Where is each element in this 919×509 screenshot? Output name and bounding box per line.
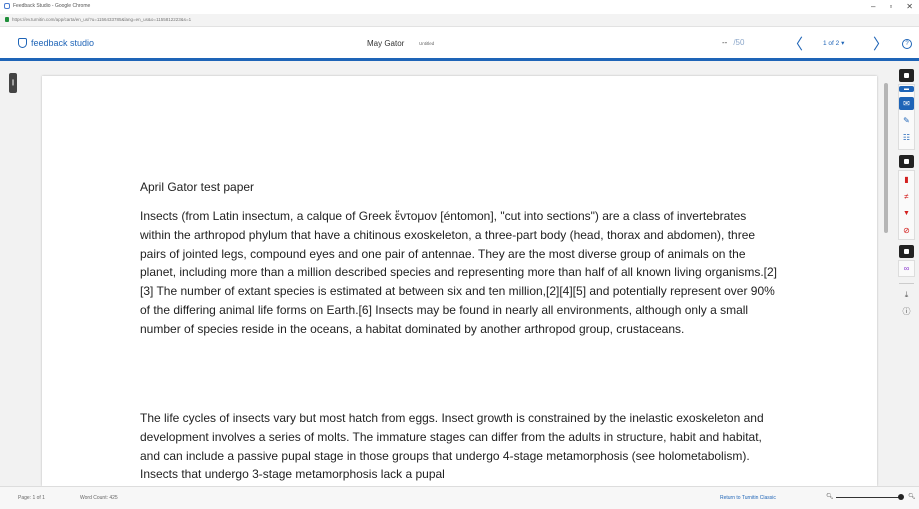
address-bar[interactable]: https://ev.turnitin.com/app/carta/en_us/…	[0, 14, 919, 27]
maximize-button[interactable]: ▫	[889, 2, 892, 11]
browser-title-bar: Feedback Studio - Google Chrome – ▫ ✕	[0, 0, 919, 14]
zoom-out-icon[interactable]: 🔍︎	[826, 493, 834, 500]
next-paper-button[interactable]: 〉	[873, 33, 888, 54]
feedback-studio-tab-icon	[4, 3, 10, 9]
grade-max: /50	[733, 38, 745, 47]
grading-layer-header[interactable]	[899, 69, 914, 82]
rubric-icon[interactable]: ☷	[899, 131, 914, 144]
feedback-studio-logo: feedback studio	[18, 38, 94, 48]
help-icon[interactable]: ?	[902, 39, 912, 49]
close-button[interactable]: ✕	[906, 2, 913, 11]
links-layer-header[interactable]	[899, 245, 914, 258]
shield-icon	[18, 38, 27, 48]
document-title: April Gator test paper	[140, 180, 255, 194]
zoom-in-icon[interactable]: 🔍︎	[908, 493, 916, 500]
window-controls: – ▫ ✕	[871, 2, 913, 11]
scrollbar-thumb[interactable]	[884, 83, 888, 233]
status-footer: Page: 1 of 1 Word Count: 425 Return to T…	[0, 486, 919, 509]
app-header: feedback studio May Gator Untitled -- /5…	[0, 27, 919, 61]
grading-layer-icon[interactable]: ▬	[899, 86, 914, 92]
window-title: Feedback Studio - Google Chrome	[13, 3, 91, 9]
page-count: Page: 1 of 1	[18, 495, 45, 501]
feedback-summary-icon[interactable]: ✎	[899, 114, 914, 127]
lock-icon	[5, 17, 9, 22]
minimize-button[interactable]: –	[871, 2, 875, 11]
rail-divider	[899, 283, 914, 284]
tool-rail: ▬ ✉ ✎ ☷ ▮ ≠ ▼ ⊘ ∞ ⤓ ⓘ	[896, 69, 918, 369]
flags-icon[interactable]: ≠	[899, 190, 914, 203]
logo-text: feedback studio	[31, 38, 95, 48]
grade-input[interactable]: --	[722, 38, 727, 47]
document-page: April Gator test paper Insects (from Lat…	[42, 76, 877, 486]
return-to-classic-link[interactable]: Return to Turnitin Classic	[720, 495, 776, 501]
download-icon[interactable]: ⤓	[899, 288, 914, 301]
document-paragraph: Insects (from Latin insectum, a calque o…	[140, 209, 778, 336]
url-text[interactable]: https://ev.turnitin.com/app/carta/en_us/…	[12, 17, 191, 22]
document-workspace: ❙ April Gator test paper Insects (from L…	[0, 61, 919, 486]
filter-icon[interactable]: ▼	[899, 207, 914, 220]
similarity-layer-header[interactable]	[899, 155, 914, 168]
exclude-icon[interactable]: ⊘	[899, 224, 914, 237]
similarity-icon[interactable]: ▮	[899, 173, 914, 186]
side-panel-toggle[interactable]: ❙	[9, 73, 17, 93]
zoom-slider-handle[interactable]	[898, 494, 904, 500]
link-icon[interactable]: ∞	[899, 262, 914, 275]
word-count: Word Count: 425	[80, 495, 118, 501]
student-name: May Gator	[367, 39, 405, 48]
zoom-slider[interactable]	[836, 497, 901, 498]
paper-title: Untitled	[419, 41, 435, 46]
info-icon[interactable]: ⓘ	[899, 305, 914, 318]
grade-box: -- /50	[722, 38, 744, 47]
paper-selector[interactable]: 1 of 2 ▾	[823, 39, 844, 47]
previous-paper-button[interactable]: 〈	[788, 33, 803, 54]
document-paragraph: The life cycles of insects vary but most…	[140, 411, 764, 482]
comment-icon[interactable]: ✉	[899, 97, 914, 110]
